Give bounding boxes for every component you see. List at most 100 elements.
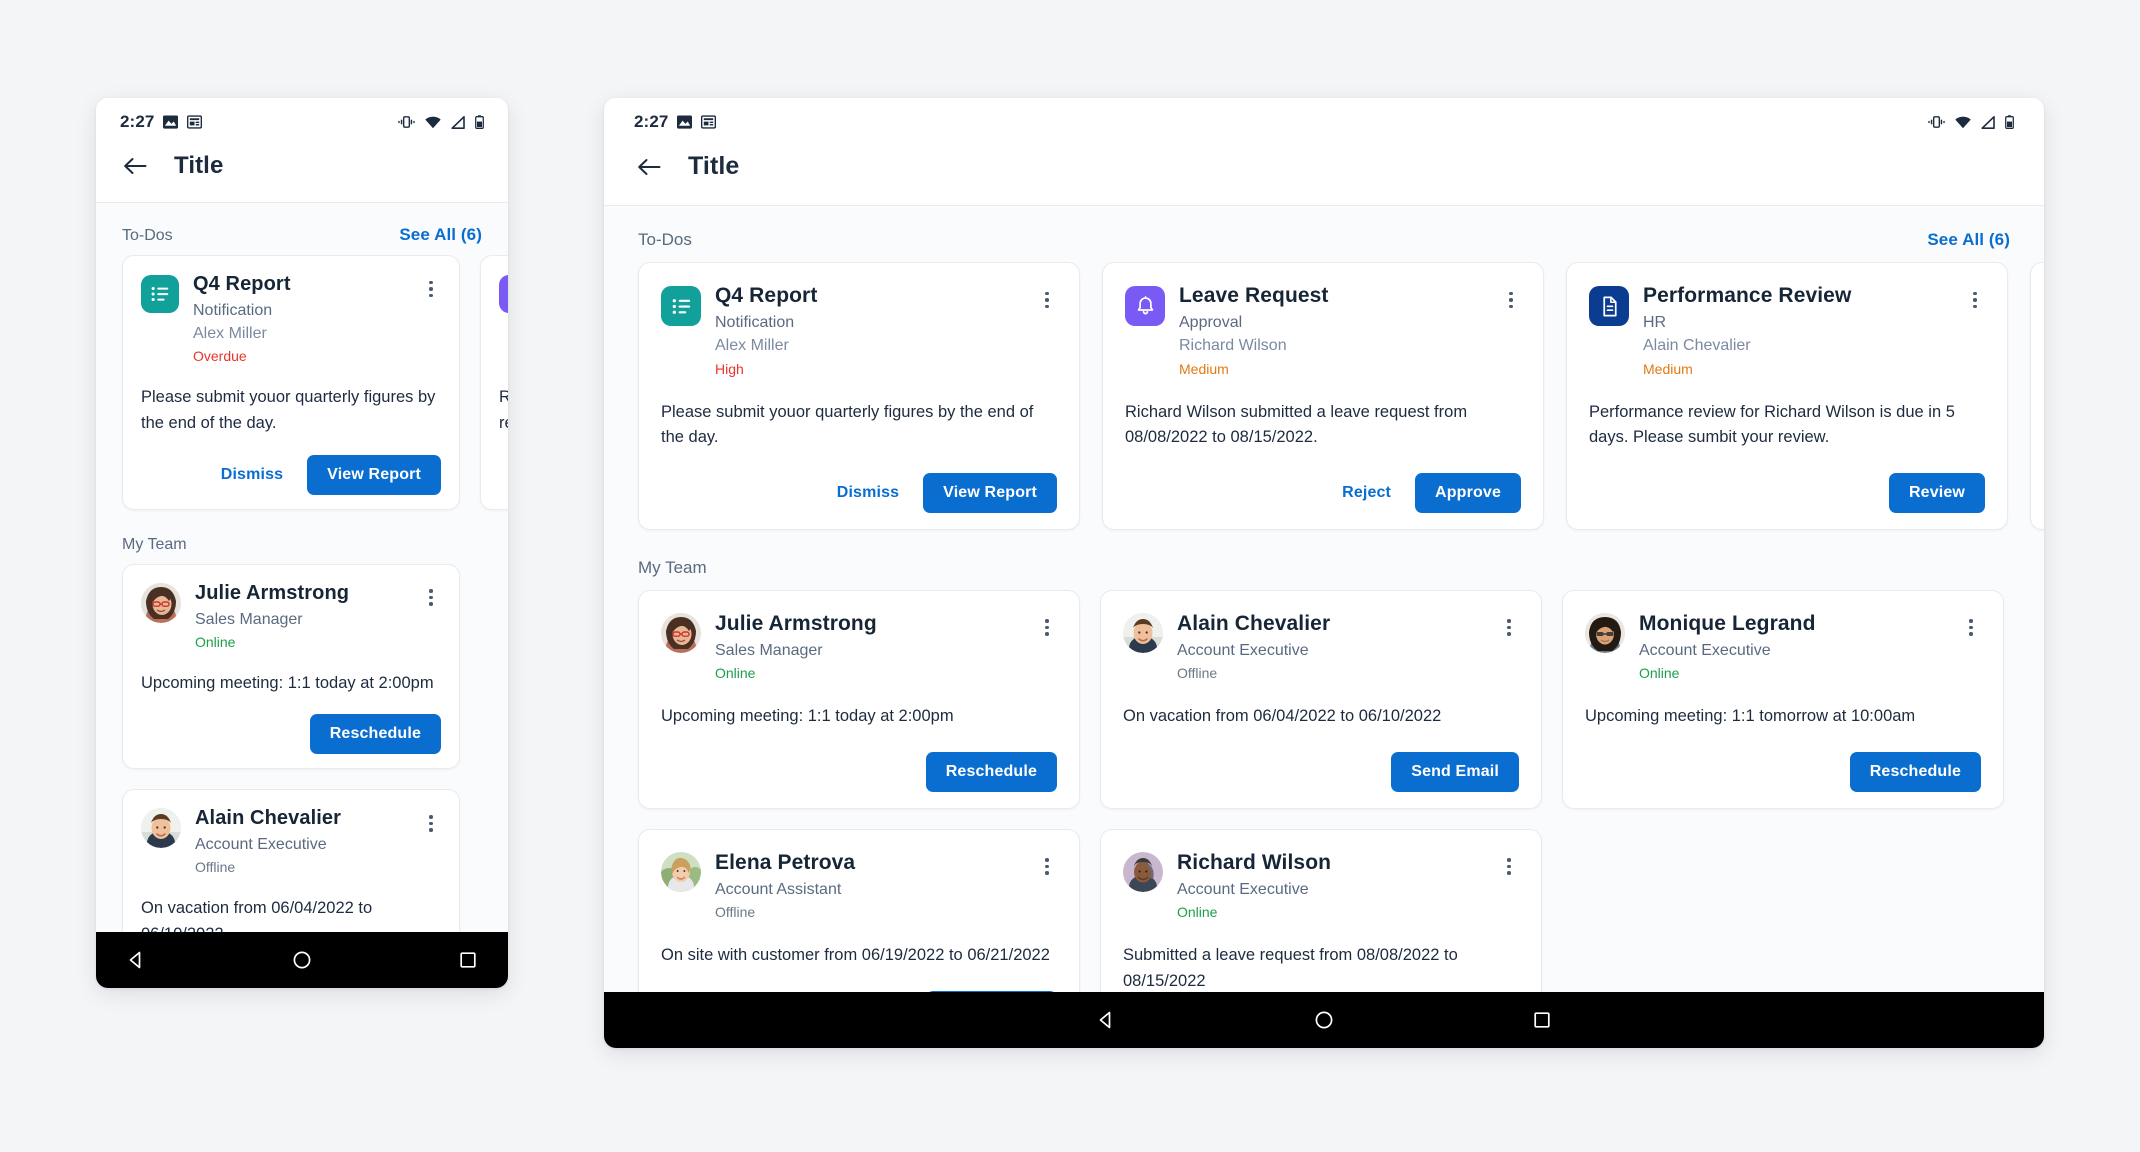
team-card[interactable]: Richard Wilson Account Executive Online … — [1100, 828, 1542, 992]
card-actions: Reject Approve — [1125, 472, 1521, 513]
card-header: Alain Chevalier Account Executive Offlin… — [141, 806, 441, 878]
signal-icon — [1981, 115, 1995, 129]
todo-card[interactable]: Opportunity Sales Opportunity sub — [2030, 262, 2044, 530]
document-icon — [1589, 286, 1629, 326]
overflow-menu-icon[interactable] — [1037, 854, 1057, 880]
card-owner: Richard Wilson — [1179, 337, 1287, 355]
card-header-text: Q4 Report Notification Alex Miller High — [715, 283, 1023, 380]
widget-icon — [701, 115, 717, 129]
send-email-button[interactable]: Send Email — [1391, 751, 1519, 792]
nav-home-circle-icon[interactable] — [292, 950, 312, 970]
member-name: Julie Armstrong — [715, 611, 877, 635]
card-actions: Review — [1589, 472, 1985, 513]
member-name: Alain Chevalier — [195, 807, 342, 830]
approve-button[interactable]: Approve — [1415, 472, 1521, 513]
todo-card[interactable]: Performance Review HR Alain Chevalier Me… — [1566, 262, 2008, 530]
view-report-button[interactable]: View Report — [307, 454, 441, 495]
card-type: Notification — [715, 314, 795, 332]
status-badge: Online — [1177, 904, 1218, 920]
nav-recents-square-icon[interactable] — [1532, 1010, 1552, 1030]
tablet-todo-carousel[interactable]: Q4 Report Notification Alex Miller High … — [604, 262, 2044, 534]
todo-card[interactable]: Q4 Report Notification Alex Miller High … — [638, 262, 1080, 530]
card-header: Performance Review HR Alain Chevalier Me… — [1589, 283, 1985, 380]
team-card[interactable]: Elena Petrova Account Assistant Offline … — [638, 828, 1080, 992]
card-header: Alain Chevalier Account Executive Offlin… — [1123, 611, 1519, 684]
todo-card[interactable]: Leave Request Approval Richard Wilson Me… — [1102, 262, 1544, 530]
nav-recents-square-icon[interactable] — [458, 950, 478, 970]
overflow-menu-icon[interactable] — [1965, 287, 1985, 313]
avatar — [1123, 612, 1163, 653]
status-badge: Offline — [195, 859, 236, 876]
card-header: Julie Armstrong Sales Manager Online — [141, 581, 441, 653]
card-header: Q4 Report Notification Alex Miller Overd… — [141, 272, 441, 367]
dismiss-button[interactable]: Dismiss — [207, 457, 297, 493]
card-actions: Reschedule — [141, 714, 441, 755]
team-card[interactable]: Monique Legrand Account Executive Online… — [1562, 589, 2004, 809]
overflow-menu-icon[interactable] — [421, 276, 441, 302]
member-note: Upcoming meeting: 1:1 tomorrow at 10:00a… — [1585, 707, 1916, 726]
phone-todo-carousel[interactable]: Q4 Report Notification Alex Miller Overd… — [96, 255, 508, 514]
card-actions: Reject Approve — [499, 455, 508, 495]
status-bar-right — [398, 115, 484, 129]
see-all-link[interactable]: See All (6) — [399, 225, 482, 245]
team-card[interactable]: Julie Armstrong Sales Manager Online Upc… — [122, 563, 460, 770]
status-bar-right — [1928, 115, 2014, 129]
reject-button[interactable]: Reject — [1328, 475, 1405, 511]
team-card[interactable]: Julie Armstrong Sales Manager Online Upc… — [638, 589, 1080, 809]
reschedule-button[interactable]: Reschedule — [1849, 751, 1981, 792]
see-all-link[interactable]: See All (6) — [1927, 230, 2010, 250]
team-card[interactable]: Alain Chevalier Account Executive Offlin… — [122, 789, 460, 932]
page-title: Title — [174, 152, 224, 179]
reschedule-button[interactable]: Reschedule — [925, 990, 1057, 992]
member-note: On vacation from 06/04/2022 to 06/10/202… — [141, 899, 373, 932]
todo-card[interactable]: Q4 Report Notification Alex Miller Overd… — [122, 255, 460, 510]
nav-back-triangle-icon[interactable] — [1096, 1010, 1116, 1030]
avatar — [661, 612, 701, 653]
avatar — [141, 582, 181, 623]
overflow-menu-icon[interactable] — [1961, 615, 1981, 641]
arrow-back-icon[interactable] — [636, 154, 662, 180]
member-name: Monique Legrand — [1639, 611, 1816, 635]
card-header: Leave Request Approval Richard Wilson Me… — [499, 272, 508, 367]
widget-icon — [187, 115, 203, 129]
avatar — [1585, 612, 1625, 653]
view-report-button[interactable]: View Report — [923, 472, 1057, 513]
team-card[interactable]: Alain Chevalier Account Executive Offlin… — [1100, 589, 1542, 809]
status-bar-left: 2:27 — [120, 112, 203, 132]
avatar — [661, 851, 701, 892]
card-header-text: Alain Chevalier Account Executive Offlin… — [1177, 611, 1485, 684]
reschedule-button[interactable]: Reschedule — [309, 714, 441, 755]
overflow-menu-icon[interactable] — [1037, 287, 1057, 313]
tablet-team-grid: Julie Armstrong Sales Manager Online Upc… — [604, 589, 2044, 992]
todos-section-label: To-Dos — [122, 227, 173, 244]
card-actions: Reschedule — [661, 751, 1057, 792]
nav-home-circle-icon[interactable] — [1314, 1010, 1334, 1030]
arrow-back-icon[interactable] — [122, 153, 148, 179]
member-note: Upcoming meeting: 1:1 today at 2:00pm — [661, 707, 954, 726]
card-body-text: Please submit youor quarterly figures by… — [661, 402, 1034, 447]
overflow-menu-icon[interactable] — [1499, 615, 1519, 641]
overflow-menu-icon[interactable] — [1501, 287, 1521, 313]
dismiss-button[interactable]: Dismiss — [823, 475, 913, 511]
nav-back-triangle-icon[interactable] — [126, 950, 146, 970]
review-button[interactable]: Review — [1888, 472, 1985, 513]
overflow-menu-icon[interactable] — [421, 810, 441, 836]
card-header: Q4 Report Notification Alex Miller High — [661, 283, 1057, 380]
reschedule-button[interactable]: Reschedule — [925, 751, 1057, 792]
todos-section-label: To-Dos — [638, 230, 692, 249]
avatar — [1123, 851, 1163, 892]
screenshot-stage: 2:27 Title To-Dos See All (6) Q4 Report … — [0, 0, 2140, 1152]
overflow-menu-icon[interactable] — [1499, 854, 1519, 880]
card-actions: Send Email — [1123, 751, 1519, 792]
status-badge: Offline — [715, 904, 756, 920]
phone-status-bar: 2:27 — [96, 98, 508, 136]
phone-team-list: Julie Armstrong Sales Manager Online Upc… — [96, 563, 508, 932]
todo-card[interactable]: Leave Request Approval Richard Wilson Me… — [480, 255, 508, 510]
card-header: Elena Petrova Account Assistant Offline — [661, 850, 1057, 923]
card-type: Notification — [193, 302, 273, 319]
vibrate-icon — [1928, 115, 1945, 129]
card-title: Performance Review — [1643, 284, 1852, 307]
overflow-menu-icon[interactable] — [421, 585, 441, 611]
card-owner: Alain Chevalier — [1643, 337, 1751, 355]
overflow-menu-icon[interactable] — [1037, 615, 1057, 641]
